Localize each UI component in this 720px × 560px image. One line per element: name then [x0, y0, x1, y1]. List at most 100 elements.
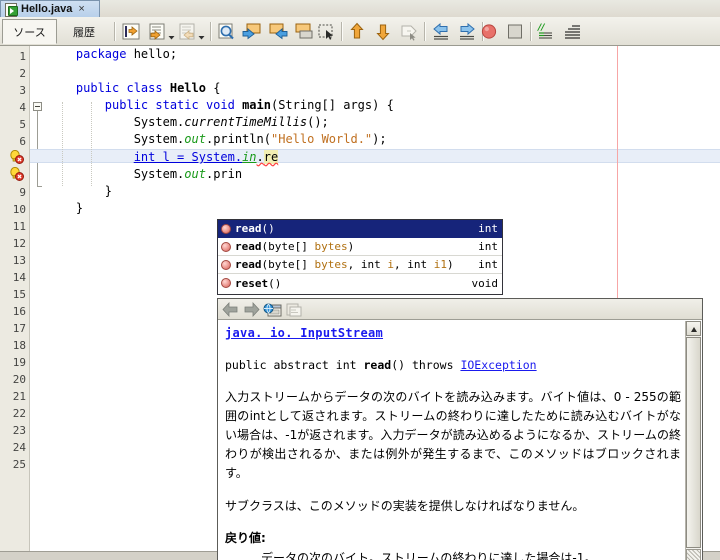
code-line: System.out.prin: [47, 167, 243, 181]
find-previous-icon[interactable]: [241, 21, 263, 42]
completion-item-name: read: [235, 240, 262, 253]
svg-text://: //: [537, 23, 545, 33]
bookmark-dropdown-chevron-down-icon[interactable]: [168, 28, 175, 40]
show-in-browser-icon[interactable]: [263, 301, 282, 318]
line-number: 12: [12, 237, 26, 250]
toggle-bookmark-icon[interactable]: [146, 21, 168, 42]
scrollbar-thumb[interactable]: [686, 337, 701, 548]
tab-source-label: ソース: [13, 26, 46, 39]
comment-icon[interactable]: //: [535, 21, 557, 42]
line-number: 10: [12, 203, 26, 216]
javadoc-signature-method: read: [363, 358, 392, 372]
open-source-icon[interactable]: [284, 301, 303, 318]
shift-right-icon[interactable]: [456, 21, 478, 42]
back-icon[interactable]: [221, 301, 240, 318]
javadoc-signature-prefix: public abstract int: [225, 358, 364, 372]
completion-item-signature: read(byte[] bytes): [235, 240, 355, 253]
completion-item-read-1[interactable]: read(byte[] bytes) int: [218, 238, 502, 256]
code-line: }: [47, 201, 84, 215]
stop-macro-recording-icon[interactable]: [504, 21, 526, 42]
shift-left-icon[interactable]: [430, 21, 452, 42]
tab-history-label: 履歴: [73, 26, 95, 39]
next-error-icon[interactable]: [372, 21, 394, 42]
start-macro-recording-icon[interactable]: [478, 21, 500, 42]
error-hint-icon[interactable]: [9, 149, 25, 164]
editor-toolbar: ソース 履歴 //: [0, 17, 720, 46]
completion-item-return-type: int: [478, 222, 498, 235]
line-number: 11: [12, 220, 26, 233]
previous-bookmark-dropdown-chevron-down-icon[interactable]: [198, 28, 205, 40]
java-file-icon: [4, 2, 18, 17]
code-line: public class Hello {: [75, 81, 221, 95]
completion-item-reset[interactable]: reset() void: [218, 274, 502, 292]
line-number: 23: [12, 424, 26, 437]
find-next-icon[interactable]: [267, 21, 289, 42]
line-number: 20: [12, 373, 26, 386]
line-number: 1: [19, 50, 26, 63]
completion-item-signature: reset(): [235, 277, 472, 290]
previous-bookmark-icon[interactable]: [176, 21, 198, 42]
line-number: 25: [12, 458, 26, 471]
javadoc-scrollbar[interactable]: [685, 321, 701, 560]
previous-error-icon[interactable]: [346, 21, 368, 42]
line-number: 4: [19, 101, 26, 114]
line-number: 21: [12, 390, 26, 403]
toggle-rectangular-selection-icon[interactable]: [315, 21, 337, 42]
toolbar-separator: [114, 22, 116, 41]
line-number: 2: [19, 67, 26, 80]
toolbar-separator: [341, 22, 343, 41]
completion-item-params: (): [261, 222, 275, 235]
toolbar-separator: [210, 22, 212, 41]
javadoc-popup[interactable]: java. io. InputStream public abstract in…: [217, 298, 703, 560]
line-number: 22: [12, 407, 26, 420]
uncomment-icon[interactable]: [561, 21, 583, 42]
find-selection-icon[interactable]: [215, 21, 237, 42]
completion-item-name: read: [235, 258, 262, 271]
code-line: System.currentTimeMillis();: [47, 115, 329, 129]
completion-item-return-type: int: [478, 240, 498, 253]
forward-icon[interactable]: [242, 301, 261, 318]
line-number: 14: [12, 271, 26, 284]
javadoc-content: java. io. InputStream public abstract in…: [219, 321, 687, 560]
line-number: 5: [19, 118, 26, 131]
close-icon[interactable]: ×: [78, 3, 84, 15]
line-number: 19: [12, 356, 26, 369]
completion-item-read-0[interactable]: read() int: [218, 220, 502, 238]
line-number-gutter[interactable]: 1 2 3 4 5 6 9 10 11 12 13 14 15 16 17 18…: [0, 46, 30, 560]
line-number: 17: [12, 322, 26, 335]
tab-history[interactable]: 履歴: [59, 19, 109, 44]
error-hint-icon[interactable]: [9, 166, 25, 181]
document-tab-hello-java[interactable]: Hello.java ×: [0, 0, 100, 17]
completion-item-read-2[interactable]: read(byte[] bytes, int i, int i1) int: [218, 256, 502, 274]
javadoc-description: 入力ストリームからデータの次のバイトを読み込みます。バイト値は、0 - 255の…: [225, 390, 681, 480]
method-icon: [221, 278, 231, 288]
javadoc-toolbar: [218, 299, 702, 320]
javadoc-class-link[interactable]: java. io. InputStream: [225, 325, 681, 342]
inspect-icon[interactable]: [398, 21, 420, 42]
completion-item-signature: read(byte[] bytes, int i, int i1): [235, 258, 454, 271]
fold-toggle-collapse-icon[interactable]: [33, 102, 42, 111]
toggle-highlight-icon[interactable]: [293, 21, 315, 42]
javadoc-signature-exception-link[interactable]: IOException: [460, 358, 536, 372]
code-folding-column[interactable]: [30, 46, 46, 560]
code-completion-popup[interactable]: read() int read(byte[] bytes) int read(b…: [217, 219, 503, 295]
line-number: 18: [12, 339, 26, 352]
line-number: 24: [12, 441, 26, 454]
tab-source[interactable]: ソース: [2, 19, 57, 44]
completion-item-return-type: int: [478, 258, 498, 271]
completion-item-name: reset: [235, 276, 269, 290]
completion-item-signature: read(): [235, 222, 478, 235]
chevron-up-icon: [691, 327, 697, 332]
javadoc-returns-heading: 戻り値:: [225, 531, 266, 545]
method-icon: [221, 259, 231, 270]
code-line: package hello;: [75, 47, 178, 61]
javadoc-returns-text: データの次のバイト。ストリームの終わりに達した場合は-1。: [261, 551, 597, 560]
javadoc-signature-middle: () throws: [391, 358, 461, 372]
completion-item-params: (): [268, 276, 282, 290]
line-number: 13: [12, 254, 26, 267]
scroll-up-button[interactable]: [686, 321, 701, 336]
scrollbar-resize-grip[interactable]: [686, 549, 701, 560]
last-edit-position-icon[interactable]: [120, 21, 142, 42]
line-number: 3: [19, 84, 26, 97]
source-editor[interactable]: 1 2 3 4 5 6 9 10 11 12 13 14 15 16 17 18…: [0, 46, 720, 560]
